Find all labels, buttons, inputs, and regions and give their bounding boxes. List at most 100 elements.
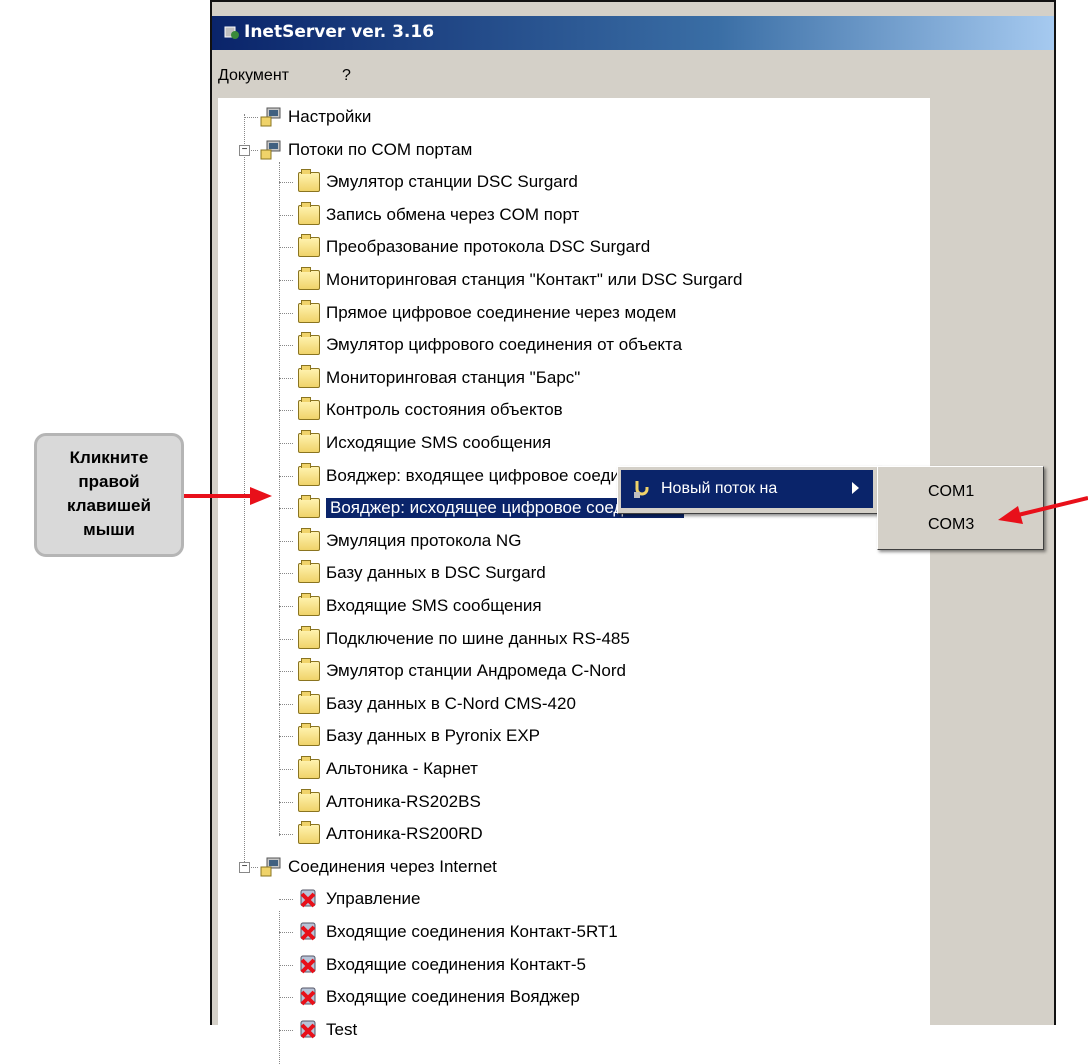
plug-icon [634,481,649,498]
tree-item-label: Прямое цифровое соединение через модем [326,302,677,322]
tree-item-com[interactable]: Эмулятор станции Андромеда C-Nord [218,655,918,686]
tree-item-internet[interactable]: Входящие соединения Контакт-5 [218,949,918,980]
tree-item-com[interactable]: Запись обмена через COM порт [218,199,918,230]
folder-icon [298,593,320,616]
tree-item-label: Входящие SMS сообщения [326,596,542,615]
collapse-icon[interactable]: − [239,861,250,873]
tree-item-label: Базу данных в DSC Surgard [326,563,546,583]
server-folder-icon [260,107,281,127]
tree-item-com[interactable]: Подключение по шине данных RS-485 [218,623,918,654]
tree-item-com[interactable]: Прямое цифровое соединение через модем [218,297,918,328]
callout-line: Кликните [69,448,149,467]
tree-item-label: Потоки по COM портам [288,139,473,159]
tree-item-com[interactable]: Преобразование протокола DSC Surgard [218,231,918,262]
error-x-icon [300,922,316,941]
folder-icon [298,299,320,323]
tree-item-com[interactable]: Алтоника-RS200RD [218,818,918,849]
app-icon [224,26,239,39]
tree-item-com[interactable]: Мониторинговая станция "Барс" [218,362,918,393]
folder-icon [298,462,320,486]
tree-item-com[interactable]: Эмулятор станции DSC Surgard [218,166,918,197]
folder-icon [298,332,320,356]
collapse-icon[interactable]: − [239,144,250,156]
tree-item-com[interactable]: Алтоника-RS202BS [218,786,918,817]
tree-view[interactable]: Настройки − Потоки по COM портам Эмулятор с… [218,98,930,1064]
folder-icon [298,430,320,453]
tree-item-label: Мониторинговая станция "Барс" [326,367,581,387]
tree-item-label: Запись обмена через COM порт [326,204,580,224]
tree-item-internet[interactable]: Test [218,1014,918,1045]
menu-document[interactable]: Документ [218,67,289,85]
error-x-icon [300,889,316,908]
folder-icon [298,397,320,421]
tree-line [279,410,293,412]
submenu-item-com3[interactable]: COM3 [928,516,974,534]
tree-line [279,247,293,249]
menu-help[interactable]: ? [342,67,351,85]
error-x-icon [300,987,316,1006]
tree-item-label: Преобразование протокола DSC Surgard [326,237,651,257]
tree-item-internet[interactable]: Входящие соединения Контакт-5RT1 [218,916,918,947]
tree-item-com[interactable]: Мониторинговая станция "Контакт" или DSC… [218,264,918,295]
tree-line [279,443,293,444]
tree-item-com[interactable]: Эмуляция протокола NG [218,525,918,556]
tree-node-settings[interactable]: Настройки [218,101,918,132]
title-bar[interactable]: InetServer ver. 3.16 [212,16,1054,50]
tree-item-label: Мониторинговая станция "Контакт" или DSC… [326,270,743,289]
folder-icon [298,364,320,388]
tree-item-internet[interactable]: Управление [218,883,918,914]
tree-item-label: Эмулятор станции Андромеда C-Nord [326,661,626,681]
submenu-item-com1[interactable]: COM1 [928,483,974,501]
tree-item-com[interactable]: Исходящие SMS сообщения [218,427,918,458]
tree-item-com[interactable]: Входящие SMS сообщения [218,590,918,621]
folder-icon [298,658,320,682]
folder-icon [298,560,320,584]
tree-node-com-streams[interactable]: − Потоки по COM портам [218,134,918,165]
tree-line [279,377,293,379]
tree-item-label: Подключение по шине данных RS-485 [326,628,630,648]
tree-item-com[interactable]: Контроль состояния объектов [218,394,918,425]
folder-icon [298,625,320,649]
tree-line [279,573,293,575]
tree-item-label: Альтоника - Карнет [326,759,478,778]
tree-item-label: Входящие соединения Контакт-5 [326,954,586,974]
tree-item-label: Настройки [288,107,372,126]
tree-line [279,932,293,933]
folder-icon [298,234,320,258]
folder-icon [298,756,320,779]
tree-item-label: Базу данных в Pyronix EXP [326,726,541,746]
tree-item-label: Алтоника-RS202BS [326,791,481,811]
tree-line [279,540,293,542]
tree-item-com[interactable]: Базу данных в C-Nord CMS-420 [218,688,918,719]
window-title: InetServer ver. 3.16 [244,22,435,42]
context-item-label: Новый поток на [661,480,778,497]
context-menu: Новый поток на [617,466,879,514]
tree-item-label: Управление [326,889,421,909]
tree-line [279,508,293,510]
folder-icon [298,723,320,747]
tree-item-com[interactable]: Базу данных в DSC Surgard [218,557,918,588]
tree-line [279,964,293,966]
folder-icon [298,169,320,193]
instruction-callout: Кликните правой клавишей мыши [34,433,184,557]
context-item-new-stream[interactable]: Новый поток на [621,470,873,508]
tree-item-label: Test [326,1019,358,1039]
callout-line: правой [78,472,140,491]
folder-icon [298,527,320,551]
tree-item-internet[interactable]: Входящие соединения Вояджер [218,981,918,1012]
tree-line [279,280,293,281]
tree-item-com[interactable]: Базу данных в Pyronix EXP [218,720,918,751]
tree-line [279,475,293,477]
tree-item-com[interactable]: Эмулятор цифрового соединения от объекта [218,329,918,360]
error-x-icon [300,1020,316,1039]
tree-line [279,345,293,347]
tree-item-label: Эмулятор цифрового соединения от объекта [326,335,683,355]
tree-item-com[interactable]: Альтоника - Карнет [218,753,918,784]
callout-line: мыши [83,520,135,539]
tree-node-internet[interactable]: − Соединения через Internet [218,851,918,882]
right-arrow-icon [998,496,1088,524]
tree-item-label: Входящие соединения Вояджер [326,987,580,1007]
tree-line [279,899,293,901]
tree-item-label: Соединения через Internet [288,856,497,876]
submenu-arrow-icon [852,482,859,494]
